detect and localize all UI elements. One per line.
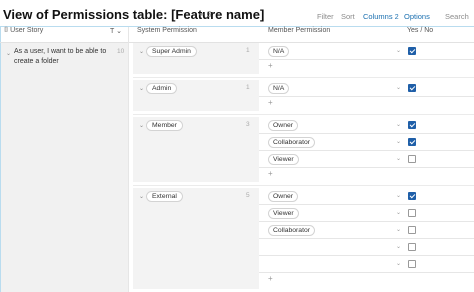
column-header-system-permission[interactable]: System Permission — [137, 27, 197, 42]
group-divider — [133, 114, 474, 115]
member-permission-pill[interactable]: Owner — [268, 120, 299, 131]
sort-button[interactable]: Sort — [341, 12, 355, 21]
permission-row[interactable]: ⌄ — [259, 256, 474, 273]
user-story-text[interactable]: As a user, I want to be able to create a… — [14, 47, 114, 67]
permission-row[interactable]: N/A ⌄ — [259, 43, 474, 60]
yes-no-checkbox[interactable] — [408, 209, 416, 217]
member-permission-pill[interactable]: Collaborator — [268, 225, 316, 236]
add-icon[interactable]: + — [268, 169, 273, 178]
yes-no-checkbox[interactable] — [408, 47, 416, 55]
group-count: 5 — [246, 192, 250, 199]
group-count: 1 — [246, 47, 250, 54]
chevron-down-icon[interactable]: ⌄ — [396, 260, 401, 267]
member-permission-pill[interactable]: Owner — [268, 191, 299, 202]
chevron-down-icon[interactable]: ⌄ — [139, 48, 144, 55]
chevron-down-icon[interactable]: ⌄ — [396, 243, 401, 250]
filter-button[interactable]: Filter — [317, 12, 334, 21]
columns-button[interactable]: Columns 2 — [363, 12, 399, 21]
chevron-down-icon[interactable]: ⌄ — [396, 192, 401, 199]
permission-row[interactable]: Viewer ⌄ — [259, 151, 474, 168]
add-icon[interactable]: + — [268, 98, 273, 107]
system-permission-pill[interactable]: Member — [146, 120, 183, 131]
user-story-count: 10 — [117, 48, 125, 55]
member-permission-pill[interactable]: Viewer — [268, 208, 299, 219]
add-icon[interactable]: + — [268, 61, 273, 70]
chevron-down-icon[interactable]: ⌄ — [139, 85, 144, 92]
column-header-yes-no[interactable]: Yes / No — [407, 27, 433, 42]
permission-row[interactable]: N/A ⌄ — [259, 80, 474, 97]
permission-row[interactable]: ⌄ — [259, 239, 474, 256]
member-permission-pill[interactable]: N/A — [268, 46, 290, 57]
permission-row[interactable]: Owner ⌄ — [259, 117, 474, 134]
link-icon: ⚭ — [198, 10, 205, 19]
columns-label: Columns — [363, 12, 393, 21]
link-count[interactable]: ⚭ 3 — [198, 10, 211, 19]
options-button[interactable]: Options — [404, 12, 430, 21]
bookmark-icon: ⌷ — [4, 27, 9, 34]
permission-row[interactable]: Collaborator ⌄ — [259, 134, 474, 151]
columns-count: 2 — [394, 14, 399, 21]
system-permission-pill[interactable]: Admin — [146, 83, 178, 94]
chevron-down-icon[interactable]: ⌄ — [396, 226, 401, 233]
yes-no-checkbox[interactable] — [408, 226, 416, 234]
group-external — [133, 188, 259, 289]
link-count-value: 3 — [206, 10, 212, 19]
yes-no-checkbox[interactable] — [408, 260, 416, 268]
search-button[interactable]: Search — [445, 12, 469, 21]
text-type-icon[interactable]: T ⌄ — [110, 27, 122, 42]
yes-no-checkbox[interactable] — [408, 192, 416, 200]
chevron-down-icon[interactable]: ⌄ — [396, 84, 401, 91]
add-icon[interactable]: + — [268, 274, 273, 283]
system-permission-pill[interactable]: External — [146, 191, 183, 202]
permission-row[interactable]: Owner ⌄ — [259, 188, 474, 205]
yes-no-checkbox[interactable] — [408, 84, 416, 92]
yes-no-checkbox[interactable] — [408, 138, 416, 146]
group-divider — [133, 77, 474, 78]
add-row-button[interactable]: + — [259, 168, 474, 182]
yes-no-checkbox[interactable] — [408, 155, 416, 163]
chevron-down-icon[interactable]: ⌄ — [396, 121, 401, 128]
yes-no-checkbox[interactable] — [408, 121, 416, 129]
group-divider — [133, 185, 474, 186]
user-story-header-label: User Story — [10, 27, 44, 34]
chevron-down-icon[interactable]: ⌄ — [6, 50, 11, 57]
chevron-down-icon[interactable]: ⌄ — [396, 138, 401, 145]
chevron-down-icon[interactable]: ⌄ — [396, 47, 401, 54]
chevron-down-icon[interactable]: ⌄ — [396, 155, 401, 162]
add-row-button[interactable]: + — [259, 273, 474, 287]
add-row-button[interactable]: + — [259, 60, 474, 74]
column-separator — [128, 27, 129, 292]
yes-no-checkbox[interactable] — [408, 243, 416, 251]
chevron-down-icon[interactable]: ⌄ — [139, 193, 144, 200]
member-permission-pill[interactable]: Viewer — [268, 154, 299, 165]
permission-row[interactable]: Viewer ⌄ — [259, 205, 474, 222]
view-title: View of Permissions table: [Feature name… — [3, 7, 265, 22]
chevron-down-icon[interactable]: ⌄ — [139, 122, 144, 129]
system-permission-pill[interactable]: Super Admin — [146, 46, 197, 57]
group-count: 1 — [246, 84, 250, 91]
group-count: 3 — [246, 121, 250, 128]
add-row-button[interactable]: + — [259, 97, 474, 111]
column-header-user-story[interactable]: ⌷ User Story — [4, 27, 43, 42]
user-story-column — [1, 43, 129, 292]
member-permission-pill[interactable]: Collaborator — [268, 137, 316, 148]
member-permission-pill[interactable]: N/A — [268, 83, 290, 94]
column-header-member-permission[interactable]: Member Permission — [268, 27, 330, 42]
permission-row[interactable]: Collaborator ⌄ — [259, 222, 474, 239]
chevron-down-icon[interactable]: ⌄ — [396, 209, 401, 216]
